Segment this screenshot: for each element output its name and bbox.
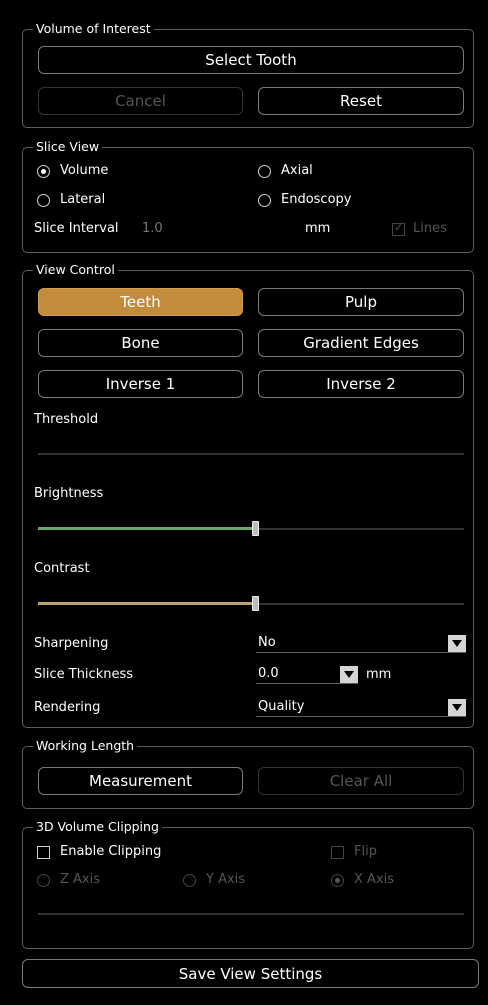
contrast-slider-fill (38, 602, 255, 605)
lines-checkbox[interactable]: ✓ (392, 221, 405, 236)
brightness-label: Brightness (34, 486, 104, 501)
axial-radio-label: Axial (281, 163, 313, 178)
slice-view-legend: Slice View (36, 139, 100, 154)
teeth-button[interactable]: Teeth (38, 288, 243, 316)
volume-of-interest-legend: Volume of Interest (36, 21, 151, 36)
chevron-down-icon[interactable] (448, 699, 466, 716)
rendering-label: Rendering (34, 700, 101, 715)
save-view-settings-button[interactable]: Save View Settings (22, 959, 479, 988)
enable-clipping-checkbox[interactable] (37, 846, 50, 859)
lines-label: Lines (413, 221, 447, 236)
view-control-legend: View Control (36, 262, 115, 277)
rendering-dropdown[interactable]: Quality (256, 699, 466, 717)
pulp-button[interactable]: Pulp (258, 288, 464, 316)
volume-radio[interactable] (37, 165, 50, 178)
rendering-value: Quality (258, 699, 305, 714)
z-axis-radio[interactable] (37, 874, 50, 887)
brightness-slider-fill (38, 527, 255, 530)
threshold-slider[interactable] (38, 453, 464, 455)
select-tooth-button[interactable]: Select Tooth (38, 46, 464, 74)
inverse-1-button[interactable]: Inverse 1 (38, 370, 243, 398)
endoscopy-radio[interactable] (258, 194, 271, 207)
volume-radio-label: Volume (60, 163, 109, 178)
measurement-button[interactable]: Measurement (38, 767, 243, 795)
bone-button[interactable]: Bone (38, 329, 243, 357)
threshold-label: Threshold (34, 412, 99, 427)
flip-label: Flip (354, 844, 377, 859)
checkmark-icon: ✓ (394, 221, 404, 234)
axial-radio[interactable] (258, 165, 271, 178)
contrast-slider-handle[interactable] (252, 596, 259, 611)
enable-clipping-label: Enable Clipping (60, 844, 162, 859)
contrast-label: Contrast (34, 561, 90, 576)
x-axis-label: X Axis (354, 872, 395, 887)
y-axis-label: Y Axis (206, 872, 246, 887)
slice-interval-value[interactable]: 1.0 (142, 221, 163, 236)
y-axis-radio[interactable] (183, 874, 196, 887)
sharpening-label: Sharpening (34, 636, 109, 651)
slice-thickness-dropdown[interactable]: 0.0 (256, 666, 358, 684)
inverse-2-button[interactable]: Inverse 2 (258, 370, 464, 398)
slice-thickness-label: Slice Thickness (34, 667, 134, 682)
brightness-slider-handle[interactable] (252, 521, 259, 536)
clear-all-button[interactable]: Clear All (258, 767, 464, 795)
chevron-down-icon[interactable] (448, 635, 466, 652)
z-axis-label: Z Axis (60, 872, 101, 887)
x-axis-radio[interactable] (331, 874, 344, 887)
flip-checkbox[interactable] (331, 846, 344, 859)
sharpening-value: No (258, 635, 276, 650)
cancel-button[interactable]: Cancel (38, 87, 243, 115)
slice-interval-unit: mm (305, 221, 331, 236)
volume-clipping-legend: 3D Volume Clipping (36, 819, 159, 834)
chevron-down-icon[interactable] (340, 666, 358, 683)
gradient-edges-button[interactable]: Gradient Edges (258, 329, 464, 357)
clipping-slider[interactable] (38, 913, 464, 915)
working-length-legend: Working Length (36, 738, 135, 753)
endoscopy-radio-label: Endoscopy (281, 192, 352, 207)
lateral-radio-label: Lateral (60, 192, 106, 207)
sharpening-dropdown[interactable]: No (256, 635, 466, 653)
lateral-radio[interactable] (37, 194, 50, 207)
slice-thickness-unit: mm (366, 667, 392, 682)
slice-thickness-value: 0.0 (258, 666, 279, 681)
reset-button[interactable]: Reset (258, 87, 464, 115)
slice-interval-label: Slice Interval (34, 221, 119, 236)
